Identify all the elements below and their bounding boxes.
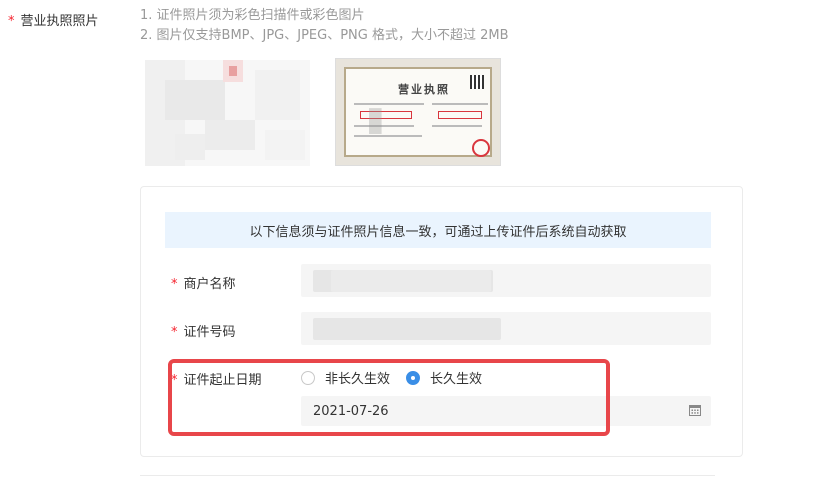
validity-period-label-text: 证件起止日期: [183, 373, 262, 388]
business-license-label: * 营业执照照片: [8, 10, 99, 29]
radio-checked-icon: [406, 370, 421, 385]
radio-non-permanent-label: 非长久生效: [325, 372, 391, 387]
license-title: 营业执照: [398, 83, 450, 96]
merchant-name-label-text: 商户名称: [183, 277, 236, 292]
seal-icon: [472, 139, 490, 157]
license-number-field[interactable]: [301, 312, 711, 345]
calendar-icon[interactable]: [689, 404, 701, 416]
license-frame: 营业执照 ▮: [344, 67, 492, 157]
validity-period-label: * 证件起止日期: [171, 369, 262, 388]
watermark-icon: ▮: [366, 99, 385, 139]
validity-radio-group: 非长久生效 长久生效: [301, 368, 498, 387]
uploaded-license-thumbnail[interactable]: [145, 60, 310, 166]
sample-license-image: 营业执照 ▮: [335, 58, 501, 166]
license-info-panel: 以下信息须与证件照片信息一致，可通过上传证件后系统自动获取 * 商户名称 * 证件号…: [140, 186, 743, 457]
validity-date-input[interactable]: 2021-07-26: [301, 396, 711, 426]
required-mark: *: [171, 325, 178, 340]
radio-permanent-label: 长久生效: [430, 372, 483, 387]
required-mark: *: [171, 373, 178, 388]
license-number-label: * 证件号码: [171, 321, 236, 340]
required-mark: *: [171, 277, 178, 292]
date-value: 2021-07-26: [313, 403, 389, 419]
merchant-name-label: * 商户名称: [171, 273, 236, 292]
required-mark: *: [8, 14, 15, 29]
upload-hints: 1. 证件照片须为彩色扫描件或彩色图片 2. 图片仅支持BMP、JPG、JPEG…: [140, 6, 509, 46]
merchant-name-field[interactable]: [301, 264, 711, 297]
radio-unchecked-icon: [301, 370, 315, 385]
radio-non-permanent[interactable]: 非长久生效: [301, 368, 390, 387]
hint-line-2: 2. 图片仅支持BMP、JPG、JPEG、PNG 格式，大小不超过 2MB: [140, 28, 509, 43]
qr-code-icon: [470, 75, 484, 89]
business-license-label-text: 营业执照照片: [20, 14, 99, 29]
divider: [140, 475, 715, 476]
info-notice: 以下信息须与证件照片信息一致，可通过上传证件后系统自动获取: [165, 212, 711, 248]
radio-permanent[interactable]: 长久生效: [406, 368, 482, 387]
hint-line-1: 1. 证件照片须为彩色扫描件或彩色图片: [140, 8, 365, 23]
license-number-label-text: 证件号码: [183, 325, 236, 340]
